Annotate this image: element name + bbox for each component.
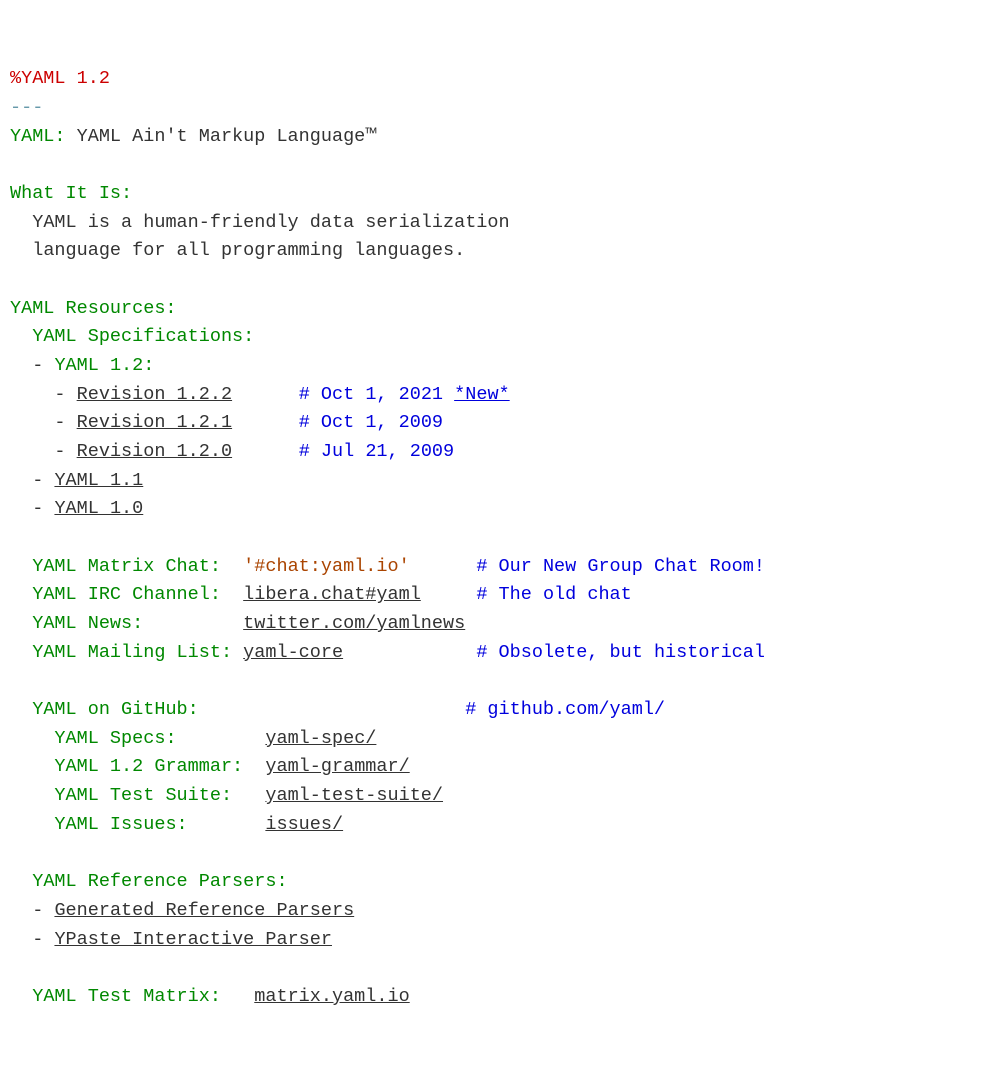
specifications-key: YAML Specifications: xyxy=(32,326,254,347)
github-test-suite-key: YAML Test Suite: xyxy=(54,785,232,806)
mailing-list-comment: # Obsolete, but historical xyxy=(476,642,765,663)
yaml-title-value: YAML Ain't Markup Language™ xyxy=(77,126,377,147)
list-dash: - xyxy=(32,900,43,921)
revision-1-2-0-link[interactable]: Revision 1.2.0 xyxy=(77,441,232,462)
reference-parsers-key: YAML Reference Parsers: xyxy=(32,871,287,892)
generated-ref-parsers-link[interactable]: Generated Reference Parsers xyxy=(54,900,354,921)
rev-1-2-2-comment: # Oct 1, 2021 xyxy=(299,384,454,405)
yaml-grammar-link[interactable]: yaml-grammar/ xyxy=(265,756,409,777)
yaml-issues-link[interactable]: issues/ xyxy=(265,814,343,835)
resources-key: YAML Resources: xyxy=(10,298,177,319)
list-dash: - xyxy=(54,384,65,405)
doc-start-marker: --- xyxy=(10,97,43,118)
test-matrix-key: YAML Test Matrix: xyxy=(32,986,221,1007)
yaml-spec-link[interactable]: yaml-spec/ xyxy=(265,728,376,749)
yaml-1-1-link[interactable]: YAML 1.1 xyxy=(54,470,143,491)
test-matrix-link[interactable]: matrix.yaml.io xyxy=(254,986,409,1007)
irc-comment: # The old chat xyxy=(476,584,631,605)
yaml-directive: %YAML 1.2 xyxy=(10,68,110,89)
list-dash: - xyxy=(32,498,43,519)
github-key: YAML on GitHub: xyxy=(32,699,199,720)
matrix-chat-key: YAML Matrix Chat: xyxy=(32,556,221,577)
what-line-1: YAML is a human-friendly data serializat… xyxy=(32,212,509,233)
matrix-chat-value: '#chat:yaml.io' xyxy=(243,556,410,577)
list-dash: - xyxy=(54,412,65,433)
yaml-1-0-link[interactable]: YAML 1.0 xyxy=(54,498,143,519)
list-dash: - xyxy=(32,355,43,376)
yaml-news-key: YAML News: xyxy=(32,613,143,634)
yaml-1-2-key: YAML 1.2: xyxy=(54,355,154,376)
what-it-is-key: What It Is: xyxy=(10,183,132,204)
list-dash: - xyxy=(54,441,65,462)
github-specs-key: YAML Specs: xyxy=(54,728,176,749)
yaml-title-key: YAML: xyxy=(10,126,66,147)
rev-1-2-1-comment: # Oct 1, 2009 xyxy=(299,412,443,433)
github-comment: # github.com/yaml/ xyxy=(465,699,665,720)
list-dash: - xyxy=(32,470,43,491)
github-grammar-key: YAML 1.2 Grammar: xyxy=(54,756,243,777)
github-issues-key: YAML Issues: xyxy=(54,814,187,835)
rev-1-2-0-comment: # Jul 21, 2009 xyxy=(299,441,454,462)
what-line-2: language for all programming languages. xyxy=(32,240,465,261)
ypaste-parser-link[interactable]: YPaste Interactive Parser xyxy=(54,929,332,950)
irc-channel-link[interactable]: libera.chat#yaml xyxy=(243,584,421,605)
mailing-list-link[interactable]: yaml-core xyxy=(243,642,343,663)
mailing-list-key: YAML Mailing List: xyxy=(32,642,232,663)
matrix-chat-comment: # Our New Group Chat Room! xyxy=(476,556,765,577)
twitter-news-link[interactable]: twitter.com/yamlnews xyxy=(243,613,465,634)
yaml-test-suite-link[interactable]: yaml-test-suite/ xyxy=(265,785,443,806)
list-dash: - xyxy=(32,929,43,950)
revision-1-2-2-link[interactable]: Revision 1.2.2 xyxy=(77,384,232,405)
irc-channel-key: YAML IRC Channel: xyxy=(32,584,221,605)
new-badge-link[interactable]: *New* xyxy=(454,384,510,405)
revision-1-2-1-link[interactable]: Revision 1.2.1 xyxy=(77,412,232,433)
